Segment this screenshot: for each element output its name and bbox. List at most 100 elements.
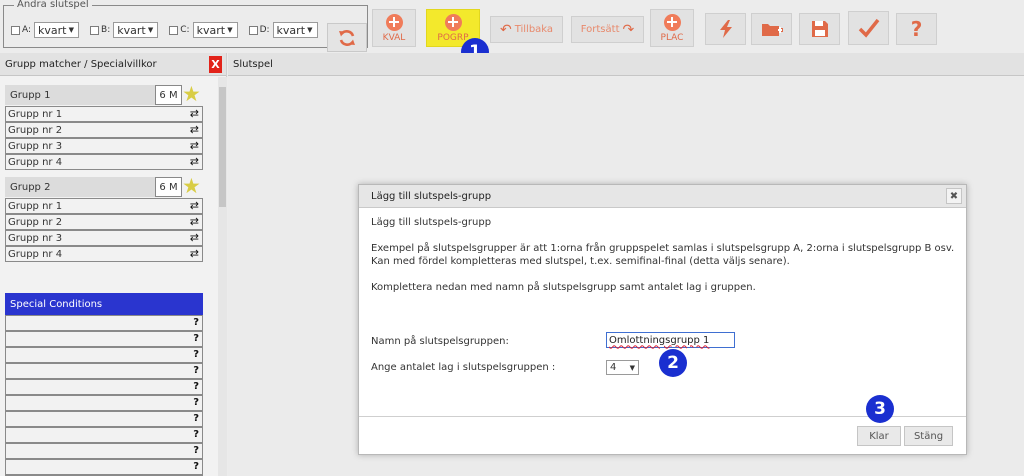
plus-circle-icon [444,13,462,31]
group-name-input[interactable]: Omlottningsgrupp 1 [606,332,735,348]
slot-b-select[interactable]: kvart ▼ [113,22,159,38]
group-row[interactable]: Grupp nr 4 ⇄ [5,154,203,170]
swap-icon[interactable]: ⇄ [190,231,199,244]
plac-button[interactable]: PLAC [650,9,694,47]
scrollbar-thumb[interactable] [219,87,226,207]
close-panel-button[interactable]: X [209,56,222,73]
group-matches-title: Grupp matcher / Specialvillkor [5,58,157,70]
special-condition-row[interactable]: ? [5,459,203,475]
group-matches-panel: Grupp matcher / Specialvillkor X Grupp 1… [0,53,227,476]
group-row-label: Grupp nr 3 [8,140,63,152]
special-condition-row[interactable]: ? [5,411,203,427]
help-icon[interactable]: ? [193,381,199,392]
group-row[interactable]: Grupp nr 2 ⇄ [5,214,203,230]
dialog-description: Exempel på slutspelsgrupper är att 1:orn… [371,243,955,267]
close-button[interactable]: Stäng [904,426,953,446]
dialog-close-icon[interactable]: ✖ [946,188,962,204]
playoff-header: Slutspel [228,53,1024,76]
save-button[interactable] [799,13,840,45]
chevron-down-icon: ▼ [307,26,313,34]
slot-c-select[interactable]: kvart ▼ [192,22,238,38]
help-button[interactable]: ? [896,13,937,45]
slot-b-letter: B: [101,25,111,35]
group-row[interactable]: Grupp nr 1 ⇄ [5,106,203,122]
swap-icon[interactable]: ⇄ [190,123,199,136]
slot-b-value: kvart [117,23,146,37]
confirm-button[interactable] [848,11,889,45]
special-condition-row[interactable]: ? [5,427,203,443]
special-condition-row[interactable]: ? [5,363,203,379]
swap-icon[interactable]: ⇄ [190,199,199,212]
forward-button[interactable]: Fortsätt ↷ [571,16,644,43]
group-row-label: Grupp nr 2 [8,216,63,228]
special-condition-row[interactable]: ? [5,315,203,331]
group-row[interactable]: Grupp nr 4 ⇄ [5,246,203,262]
special-condition-row[interactable]: ? [5,347,203,363]
help-icon[interactable]: ? [193,365,199,376]
slot-a-checkbox[interactable] [11,25,20,35]
special-condition-row[interactable]: ? [5,379,203,395]
done-button[interactable]: Klar [857,426,901,446]
change-playoff-legend: Ändra slutspel [14,0,92,10]
slot-a-value: kvart [38,23,67,37]
special-conditions-header[interactable]: Special Conditions [5,293,203,315]
star-icon[interactable]: ★ [182,176,201,197]
star-icon[interactable]: ★ [182,84,201,105]
slot-a-letter: A: [22,25,32,35]
plus-circle-icon [663,13,681,31]
team-count-select[interactable]: 4 ▼ [606,360,639,375]
group-row-label: Grupp nr 4 [8,248,63,260]
slot-d-checkbox[interactable] [248,25,258,35]
slot-c-letter: C: [180,25,190,35]
special-condition-row[interactable]: ? [5,395,203,411]
back-button[interactable]: ↶ Tillbaka [490,16,563,43]
help-icon[interactable]: ? [193,429,199,440]
group-row[interactable]: Grupp nr 3 ⇄ [5,230,203,246]
group-row[interactable]: Grupp nr 1 ⇄ [5,198,203,214]
kval-button[interactable]: KVAL [372,9,416,47]
special-condition-row[interactable]: ? [5,443,203,459]
callout-3: 3 [866,395,894,423]
dialog-subtitle: Lägg till slutspels-grupp [371,217,492,228]
left-panel-scrollbar[interactable] [218,77,227,476]
swap-icon[interactable]: ⇄ [190,107,199,120]
team-count-value: 4 [610,362,617,373]
group-1-name: Grupp 1 [10,89,51,101]
lightning-button[interactable] [705,13,746,45]
add-folder-button[interactable] [751,13,792,45]
help-icon[interactable]: ? [193,413,199,424]
slot-d-letter: D: [259,25,270,35]
swap-icon[interactable]: ⇄ [190,215,199,228]
floppy-disk-icon [811,21,828,37]
checkmark-icon [858,18,879,38]
lightning-icon [719,20,732,38]
special-condition-row[interactable]: ? [5,331,203,347]
group-row[interactable]: Grupp nr 2 ⇄ [5,122,203,138]
playoff-slot-row: A: kvart ▼ B: kvart ▼ C: kvart ▼ D: kvart ▼ [11,22,329,38]
group-row-label: Grupp nr 2 [8,124,63,136]
refresh-button[interactable] [327,23,367,52]
pogrp-label: POGRP [437,32,469,43]
slot-c-checkbox[interactable] [169,25,179,35]
help-icon[interactable]: ? [193,397,199,408]
help-icon[interactable]: ? [193,317,199,328]
help-icon[interactable]: ? [193,461,199,472]
team-count-label: Ange antalet lag i slutspelsgruppen : [371,362,556,373]
chevron-down-icon: ▼ [68,26,75,34]
swap-icon[interactable]: ⇄ [190,155,199,168]
refresh-icon [339,29,355,46]
slot-d-select[interactable]: kvart ▼ [272,22,318,38]
question-mark-icon: ? [910,17,923,41]
plac-label: PLAC [660,32,684,43]
help-icon[interactable]: ? [193,349,199,360]
help-icon[interactable]: ? [193,445,199,456]
help-icon[interactable]: ? [193,333,199,344]
slot-b: B: kvart ▼ [90,22,159,38]
group-row[interactable]: Grupp nr 3 ⇄ [5,138,203,154]
swap-icon[interactable]: ⇄ [190,139,199,152]
slot-a-select[interactable]: kvart ▼ [34,22,80,38]
plus-circle-icon [385,13,403,31]
swap-icon[interactable]: ⇄ [190,247,199,260]
slot-b-checkbox[interactable] [90,25,100,35]
change-playoff-fieldset: Ändra slutspel A: kvart ▼ B: kvart ▼ C: kv… [3,0,368,52]
